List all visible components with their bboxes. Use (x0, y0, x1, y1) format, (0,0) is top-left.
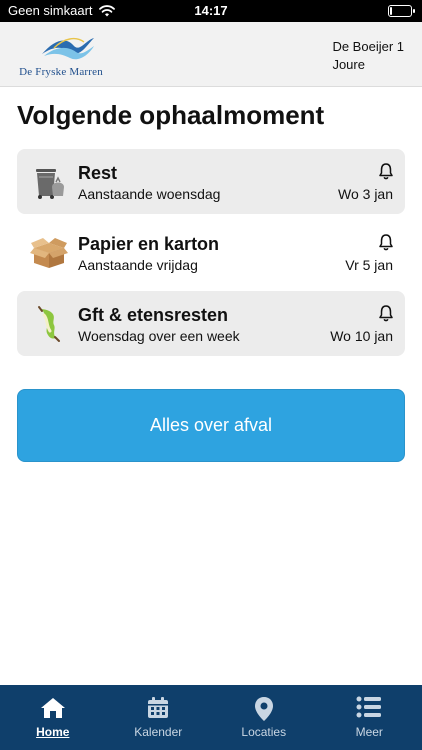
tab-bar: Home Kalender Locaties Meer (0, 685, 422, 750)
collection-title: Papier en karton (78, 234, 220, 254)
location-pin-icon (254, 697, 273, 721)
tab-label: Meer (355, 725, 383, 739)
collection-card-papier[interactable]: Papier en karton Aanstaande vrijdag Vr 5… (17, 220, 405, 285)
tab-label: Home (36, 725, 70, 739)
collection-subtitle: Aanstaande vrijdag (78, 257, 198, 273)
collection-date: Wo 3 jan (338, 186, 393, 202)
app-header: De Fryske Marren De Boeijer 1 Joure (0, 22, 422, 87)
tab-meer[interactable]: Meer (317, 685, 422, 750)
apple-core-icon (38, 306, 60, 342)
home-icon (40, 698, 65, 718)
list-icon (356, 696, 382, 718)
logo-text: De Fryske Marren (19, 66, 103, 78)
trash-bin-icon (36, 169, 64, 199)
battery-icon (388, 5, 415, 17)
tab-locaties[interactable]: Locaties (211, 685, 317, 750)
address-label[interactable]: De Boeijer 1 Joure (332, 38, 404, 74)
address-street: De Boeijer 1 (332, 39, 404, 54)
clock: 14:17 (194, 3, 228, 18)
tab-label: Kalender (134, 725, 183, 739)
collection-title: Gft & etensresten (78, 305, 229, 325)
page-title: Volgende ophaalmoment (17, 100, 325, 130)
bell-icon[interactable] (377, 162, 395, 180)
tab-kalender[interactable]: Kalender (106, 685, 212, 750)
municipality-logo[interactable]: De Fryske Marren (14, 32, 108, 78)
battery-level (390, 7, 392, 15)
bell-icon[interactable] (377, 304, 395, 322)
cardboard-box-icon (30, 238, 68, 268)
collection-card-gft[interactable]: Gft & etensresten Woensdag over een week… (17, 291, 405, 356)
tab-label: Locaties (241, 725, 287, 739)
collection-subtitle: Woensdag over een week (78, 328, 240, 344)
status-bar: Geen simkaart 14:17 (0, 0, 422, 22)
collection-date: Vr 5 jan (345, 257, 393, 273)
collection-subtitle: Aanstaande woensdag (78, 186, 221, 202)
all-about-waste-button[interactable]: Alles over afval (17, 389, 405, 462)
tab-home[interactable]: Home (0, 685, 106, 750)
collection-card-rest[interactable]: Rest Aanstaande woensdag Wo 3 jan (17, 149, 405, 214)
calendar-icon (148, 697, 169, 718)
collection-title: Rest (78, 163, 118, 183)
address-city: Joure (332, 57, 365, 72)
logo-waves-icon (42, 37, 94, 60)
collection-date: Wo 10 jan (330, 328, 393, 344)
bell-icon[interactable] (377, 233, 395, 251)
